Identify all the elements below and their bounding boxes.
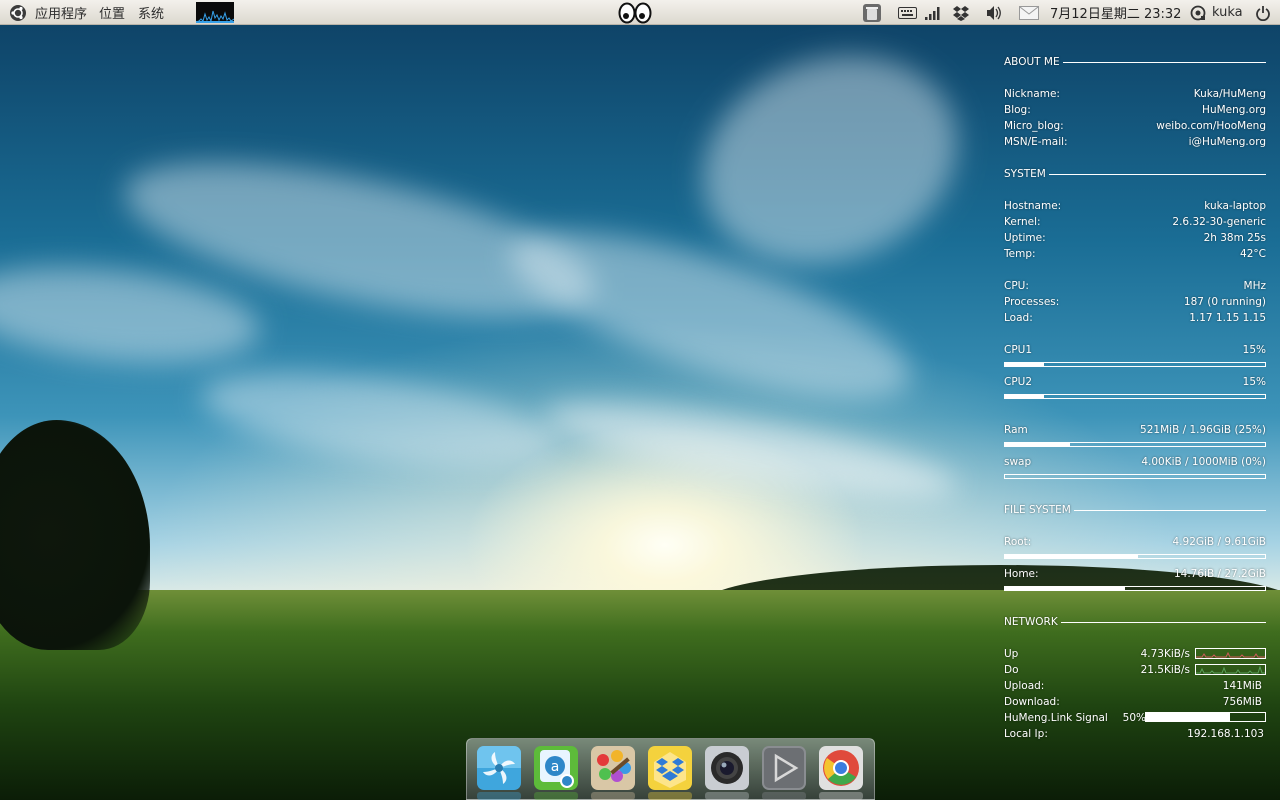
user-presence-icon[interactable] xyxy=(1190,0,1206,25)
about-row-microblog: Micro_blog: weibo.com/HooMeng xyxy=(1004,120,1266,132)
section-network: NETWORK xyxy=(1004,614,1266,630)
net-upload-total-row: Upload: 141MiB xyxy=(1004,680,1262,692)
about-row-nickname: Nickname: Kuka/HuMeng xyxy=(1004,88,1266,100)
panel-username[interactable]: kuka xyxy=(1212,0,1243,25)
nautilus-app-icon[interactable] xyxy=(477,746,521,790)
chrome-app-icon[interactable] xyxy=(819,746,863,790)
section-title: NETWORK xyxy=(1004,616,1058,628)
fs-root-row: Root: 4.92GiB / 9.61GiB xyxy=(1004,536,1266,548)
fs-home-row: Home: 14.76iB / 27.2GiB xyxy=(1004,568,1266,580)
swap-bar xyxy=(1004,474,1266,479)
mail-indicator-icon[interactable] xyxy=(1019,0,1039,25)
section-title: FILE SYSTEM xyxy=(1004,504,1071,516)
menu-system[interactable]: 系统 xyxy=(138,0,164,25)
ram-row: Ram 521MiB / 1.96GiB (25%) xyxy=(1004,424,1266,436)
trash-applet-icon[interactable] xyxy=(862,0,882,25)
gimp-paint-icon[interactable] xyxy=(591,746,635,790)
cpu2-row: CPU2 15% xyxy=(1004,376,1266,388)
power-icon[interactable] xyxy=(1255,0,1271,25)
fs-root-bar xyxy=(1004,554,1266,559)
system-row-cpu: CPU: MHz xyxy=(1004,280,1266,292)
system-monitor-applet[interactable] xyxy=(196,0,234,25)
cpu1-bar xyxy=(1004,362,1266,367)
media-player-icon[interactable] xyxy=(762,746,806,790)
system-row-processes: Processes: 187 (0 running) xyxy=(1004,296,1266,308)
about-row-blog: Blog: HuMeng.org xyxy=(1004,104,1266,116)
cpu2-bar xyxy=(1004,394,1266,399)
system-row-kernel: Kernel: 2.6.32-30-generic xyxy=(1004,216,1266,228)
wifi-signal-bar xyxy=(1145,712,1266,722)
cpu1-row: CPU1 15% xyxy=(1004,344,1266,356)
local-ip-row: Local Ip: 192.168.1.103 xyxy=(1004,728,1264,740)
dropbox-app-icon[interactable] xyxy=(648,746,692,790)
dropbox-tray-icon[interactable] xyxy=(952,0,970,25)
camera-app-icon[interactable] xyxy=(705,746,749,790)
system-row-temp: Temp: 42°C xyxy=(1004,248,1266,260)
eyes-applet-icon[interactable] xyxy=(618,0,652,25)
upload-graph xyxy=(1195,648,1266,659)
download-graph xyxy=(1195,664,1266,675)
wifi-signal-row: HuMeng.Link Signal 50% xyxy=(1004,712,1146,724)
fs-home-bar xyxy=(1004,586,1266,591)
net-down-row: Do 21.5KiB/s xyxy=(1004,664,1190,676)
section-system: SYSTEM xyxy=(1004,166,1266,182)
net-up-row: Up 4.73KiB/s xyxy=(1004,648,1190,660)
section-about-me: ABOUT ME xyxy=(1004,54,1266,70)
section-file-system: FILE SYSTEM xyxy=(1004,502,1266,518)
ram-bar xyxy=(1004,442,1266,447)
keyboard-icon[interactable] xyxy=(898,0,917,25)
ubuntu-logo-icon[interactable] xyxy=(9,0,27,25)
section-title: SYSTEM xyxy=(1004,168,1046,180)
svg-text:a: a xyxy=(551,759,560,775)
about-row-email: MSN/E-mail: i@HuMeng.org xyxy=(1004,136,1266,148)
volume-icon[interactable] xyxy=(985,0,1003,25)
system-row-uptime: Uptime: 2h 38m 25s xyxy=(1004,232,1266,244)
system-row-hostname: Hostname: kuka-laptop xyxy=(1004,200,1266,212)
section-title: ABOUT ME xyxy=(1004,56,1060,68)
menu-places[interactable]: 位置 xyxy=(99,0,125,25)
net-download-total-row: Download: 756MiB xyxy=(1004,696,1262,708)
wireless-signal-icon[interactable] xyxy=(924,0,940,25)
swap-row: swap 4.00KiB / 1000MiB (0%) xyxy=(1004,456,1266,468)
panel-clock[interactable]: 7月12日星期二 23:32 xyxy=(1050,0,1181,25)
top-panel: 应用程序 位置 系统 7月12日星期二 23:32 kuka xyxy=(0,0,1280,25)
app-dock: a xyxy=(466,738,875,800)
system-row-load: Load: 1.17 1.15 1.15 xyxy=(1004,312,1266,324)
menu-applications[interactable]: 应用程序 xyxy=(35,0,87,25)
software-center-icon[interactable]: a xyxy=(534,746,578,790)
